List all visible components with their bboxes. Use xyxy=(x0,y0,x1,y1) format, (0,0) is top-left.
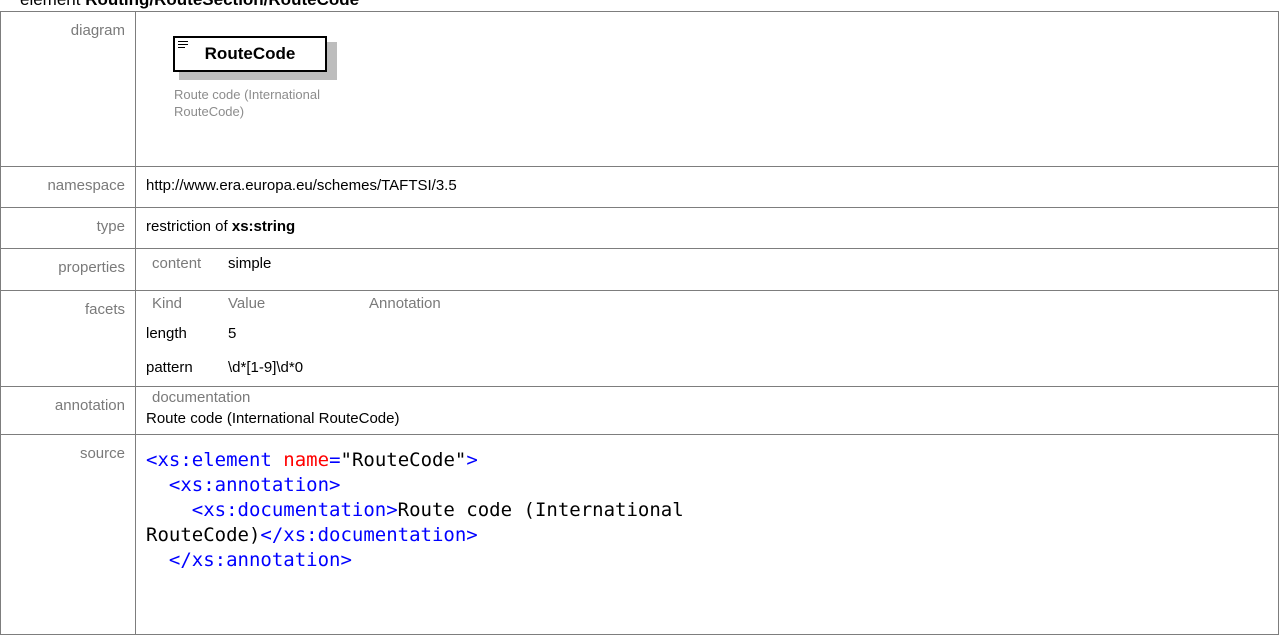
properties-table: content simple xyxy=(146,249,1278,272)
properties-label: properties xyxy=(0,248,136,291)
title-path: Routing/RouteSection/RouteCode xyxy=(85,0,359,9)
facet-value: 5 xyxy=(228,325,237,342)
facets-header-value: Value xyxy=(228,295,266,312)
facet-annotation xyxy=(369,351,1278,385)
annotation-table: documentation Route code (International … xyxy=(146,387,1278,427)
facets-header-kind: Kind xyxy=(152,295,183,312)
property-value: simple xyxy=(228,255,272,272)
diagram-row: diagram RouteCode Route code (Internatio… xyxy=(0,11,1279,167)
facet-kind: length xyxy=(146,325,187,342)
page-title: element Routing/RouteSection/RouteCode xyxy=(20,0,359,11)
diagram: RouteCode Route code (International Rout… xyxy=(146,12,1278,166)
facet-kind: pattern xyxy=(146,359,193,376)
facets-label: facets xyxy=(0,290,136,387)
element-box-routecode[interactable]: RouteCode xyxy=(173,36,327,72)
facets-header-annotation: Annotation xyxy=(369,295,441,312)
title-prefix: element xyxy=(20,0,85,9)
diagram-label: diagram xyxy=(0,11,136,167)
element-doc-table: diagram RouteCode Route code (Internatio… xyxy=(0,11,1279,635)
type-row: type restriction of xs:string xyxy=(0,207,1279,249)
annotation-label: annotation xyxy=(0,386,136,435)
annotation-key: documentation xyxy=(152,389,251,406)
type-value: restriction of xs:string xyxy=(146,218,296,235)
namespace-row: namespace http://www.era.europa.eu/schem… xyxy=(0,166,1279,208)
facets-row: facets Kind Value Annotation length 5 pa… xyxy=(0,290,1279,387)
property-key: content xyxy=(152,255,202,272)
properties-row: properties content simple xyxy=(0,248,1279,291)
source-row: source <xs:element name="RouteCode"> <xs… xyxy=(0,434,1279,635)
source-label: source xyxy=(0,434,136,635)
facets-table: Kind Value Annotation length 5 pattern \… xyxy=(146,291,1278,385)
annotation-row: annotation documentation Route code (Int… xyxy=(0,386,1279,435)
type-base-link[interactable]: xs:string xyxy=(232,218,295,235)
element-box-label: RouteCode xyxy=(204,44,296,63)
namespace-label: namespace xyxy=(0,166,136,208)
facet-annotation xyxy=(369,317,1278,351)
namespace-value: http://www.era.europa.eu/schemes/TAFTSI/… xyxy=(146,177,457,194)
source-code: <xs:element name="RouteCode"> <xs:annota… xyxy=(146,449,684,571)
annotation-value: Route code (International RouteCode) xyxy=(146,410,400,427)
facet-value: \d*[1-9]\d*0 xyxy=(228,359,304,376)
element-box-description: Route code (International RouteCode) xyxy=(174,87,320,119)
type-label: type xyxy=(0,207,136,249)
